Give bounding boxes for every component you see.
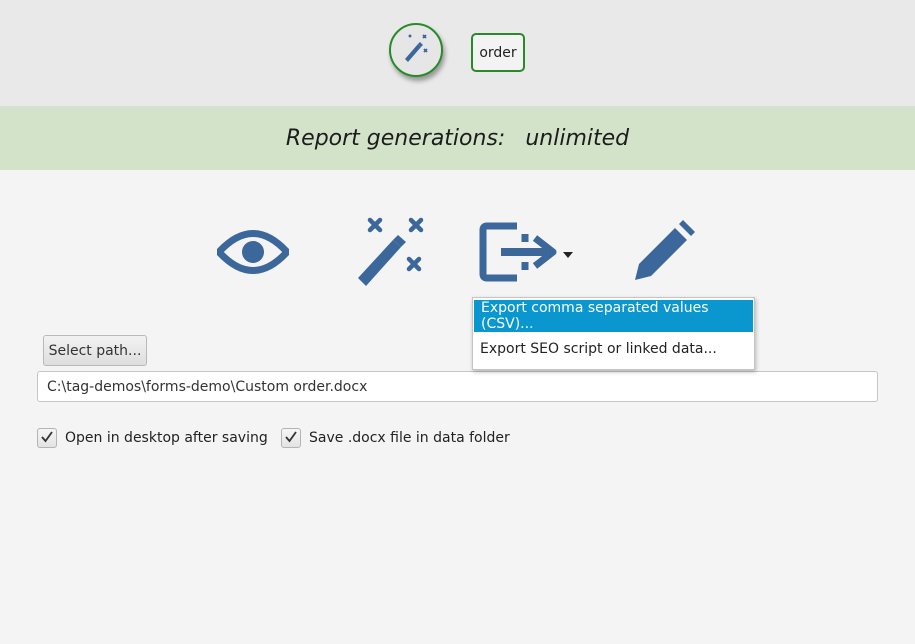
magic-wand-button[interactable]	[389, 23, 443, 77]
report-generations-value: unlimited	[525, 126, 630, 151]
magic-wand-icon	[401, 33, 431, 67]
save-docx-option[interactable]: Save .docx file in data folder	[281, 428, 510, 448]
select-path-button[interactable]: Select path...	[43, 335, 147, 366]
pencil-icon	[631, 220, 695, 288]
open-desktop-label: Open in desktop after saving	[65, 430, 268, 446]
export-menu: Export comma separated values (CSV)... E…	[472, 297, 755, 370]
path-input[interactable]	[37, 371, 878, 402]
export-button[interactable]	[477, 218, 577, 290]
magic-wand-icon	[353, 216, 425, 292]
report-generations-banner: Report generations: unlimited	[0, 107, 915, 170]
eye-icon	[214, 227, 292, 281]
export-icon	[477, 220, 577, 288]
save-docx-label: Save .docx file in data folder	[309, 430, 510, 446]
menu-item-export-seo[interactable]: Export SEO script or linked data...	[473, 332, 754, 366]
open-desktop-option[interactable]: Open in desktop after saving	[37, 428, 268, 448]
report-generations-label: Report generations:	[285, 126, 506, 151]
checkmark-icon	[40, 429, 54, 448]
preview-button[interactable]	[214, 218, 292, 290]
generate-button[interactable]	[353, 216, 425, 292]
top-bar: order	[0, 0, 915, 107]
menu-item-export-csv[interactable]: Export comma separated values (CSV)...	[474, 300, 753, 332]
edit-button[interactable]	[627, 218, 699, 290]
order-button[interactable]: order	[471, 33, 525, 72]
checkmark-icon	[284, 429, 298, 448]
save-docx-checkbox[interactable]	[281, 428, 301, 448]
open-desktop-checkbox[interactable]	[37, 428, 57, 448]
